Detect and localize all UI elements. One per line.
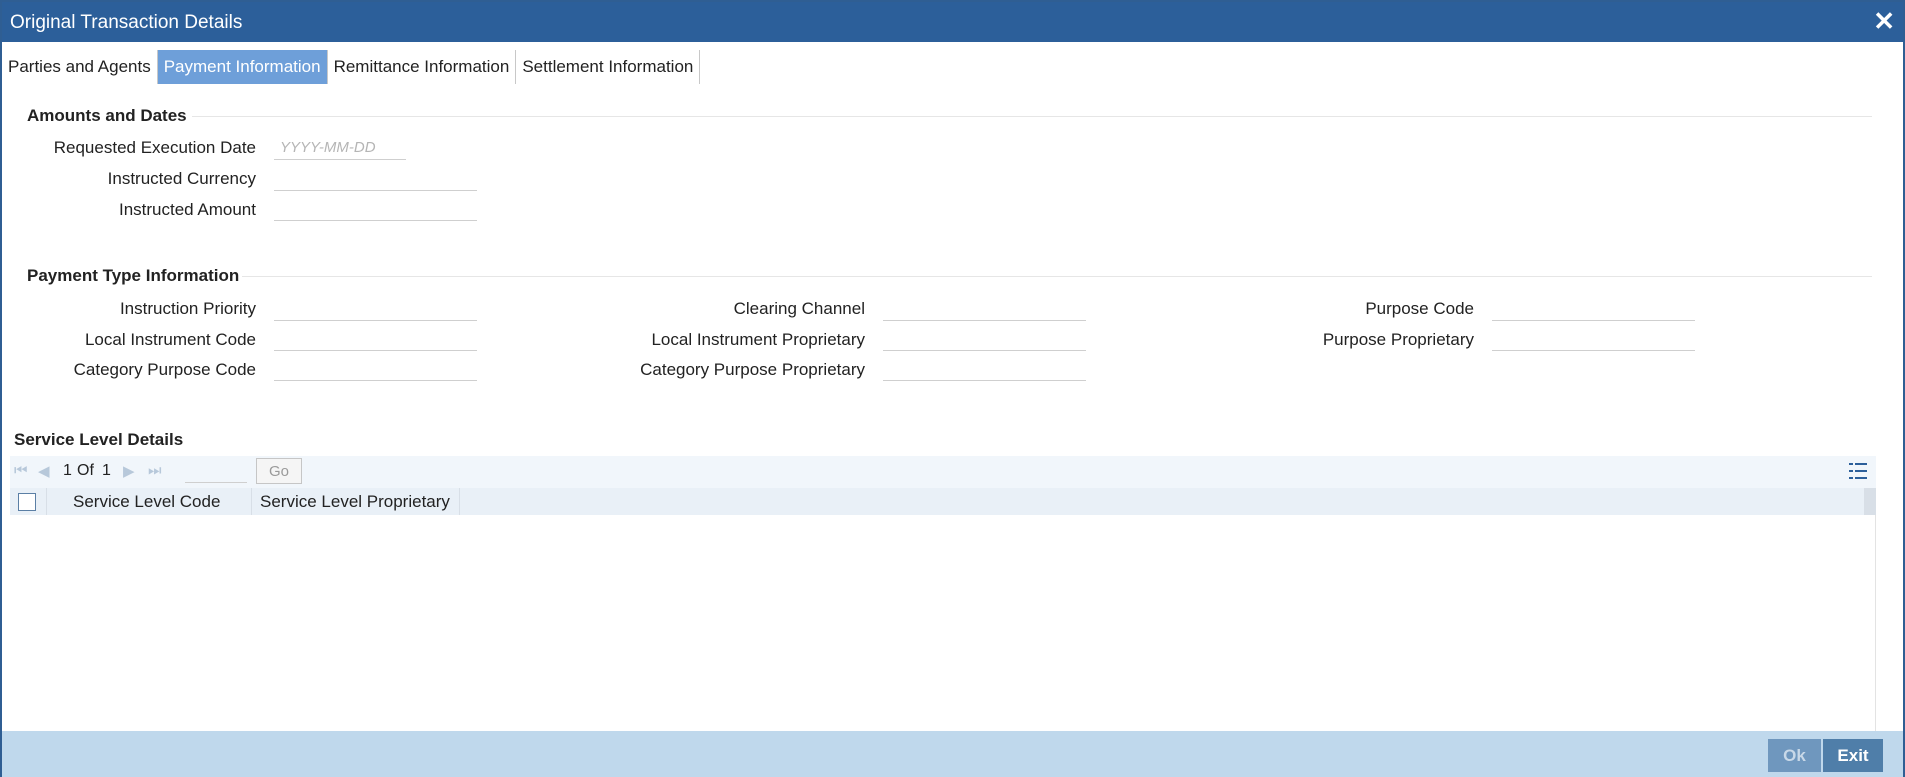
clearing-channel-field[interactable] xyxy=(883,297,1086,321)
window-title: Original Transaction Details xyxy=(10,12,243,33)
category-purpose-proprietary-label: Category Purpose Proprietary xyxy=(640,360,865,379)
category-purpose-proprietary-field[interactable] xyxy=(883,357,1086,381)
local-instrument-code-field[interactable] xyxy=(274,327,477,351)
section-divider xyxy=(242,276,1872,277)
column-header-service-level-proprietary[interactable]: Service Level Proprietary xyxy=(252,488,460,515)
previous-page-icon[interactable]: ◀ xyxy=(38,462,50,480)
title-bar: Original Transaction Details ✕ xyxy=(2,2,1903,42)
column-settings-icon[interactable] xyxy=(1848,460,1868,482)
original-transaction-details-window: Original Transaction Details ✕ Parties a… xyxy=(0,0,1905,777)
instruction-priority-label: Instruction Priority xyxy=(119,299,256,318)
purpose-proprietary-field[interactable] xyxy=(1492,327,1695,351)
service-level-details-heading: Service Level Details xyxy=(14,430,184,449)
local-instrument-proprietary-label: Local Instrument Proprietary xyxy=(651,330,865,349)
footer-bar: Ok Exit xyxy=(2,731,1903,777)
page-number-input[interactable] xyxy=(185,459,247,483)
purpose-code-field[interactable] xyxy=(1492,297,1695,321)
next-page-icon[interactable]: ▶ xyxy=(123,462,135,480)
tab-settlement-information[interactable]: Settlement Information xyxy=(516,50,701,84)
tab-parties-and-agents[interactable]: Parties and Agents xyxy=(2,50,158,84)
category-purpose-code-label: Category Purpose Code xyxy=(73,360,256,379)
page-of-label: Of xyxy=(77,462,94,479)
grid-body xyxy=(10,515,1876,731)
local-instrument-proprietary-field[interactable] xyxy=(883,327,1086,351)
instructed-amount-field[interactable] xyxy=(274,197,477,221)
tab-payment-information[interactable]: Payment Information xyxy=(157,50,328,84)
ok-button[interactable]: Ok xyxy=(1768,739,1821,772)
category-purpose-code-field[interactable] xyxy=(274,357,477,381)
tab-remittance-information[interactable]: Remittance Information xyxy=(328,50,517,84)
grid-toolbar: ⏮ ◀ 1 Of 1 ▶ ⏭ Go xyxy=(10,456,1876,488)
local-instrument-code-label: Local Instrument Code xyxy=(84,330,256,349)
instructed-currency-field[interactable] xyxy=(274,167,477,191)
select-all-checkbox[interactable] xyxy=(18,493,36,511)
instructed-currency-label: Instructed Currency xyxy=(107,169,256,188)
grid-header-row: Service Level Code Service Level Proprie… xyxy=(10,488,1876,515)
instructed-amount-label: Instructed Amount xyxy=(118,200,256,219)
instruction-priority-field[interactable] xyxy=(274,297,477,321)
go-button[interactable]: Go xyxy=(256,458,302,484)
grid-scrollbar[interactable] xyxy=(1864,488,1876,515)
amounts-and-dates-heading: Amounts and Dates xyxy=(27,106,187,125)
section-divider xyxy=(192,116,1872,117)
total-pages: 1 xyxy=(102,462,111,479)
requested-execution-date-field[interactable] xyxy=(274,136,406,160)
last-page-icon[interactable]: ⏭ xyxy=(148,462,162,479)
first-page-icon[interactable]: ⏮ xyxy=(14,462,28,479)
close-icon[interactable]: ✕ xyxy=(1873,8,1895,34)
current-page: 1 xyxy=(63,462,72,479)
column-header-service-level-code[interactable]: Service Level Code xyxy=(46,488,252,515)
requested-execution-date-label: Requested Execution Date xyxy=(53,138,256,157)
exit-button[interactable]: Exit xyxy=(1823,739,1883,772)
purpose-proprietary-label: Purpose Proprietary xyxy=(1322,330,1474,349)
payment-type-information-heading: Payment Type Information xyxy=(27,266,240,285)
clearing-channel-label: Clearing Channel xyxy=(733,299,865,318)
tab-bar: Parties and Agents Payment Information R… xyxy=(2,50,701,84)
purpose-code-label: Purpose Code xyxy=(1365,299,1474,318)
